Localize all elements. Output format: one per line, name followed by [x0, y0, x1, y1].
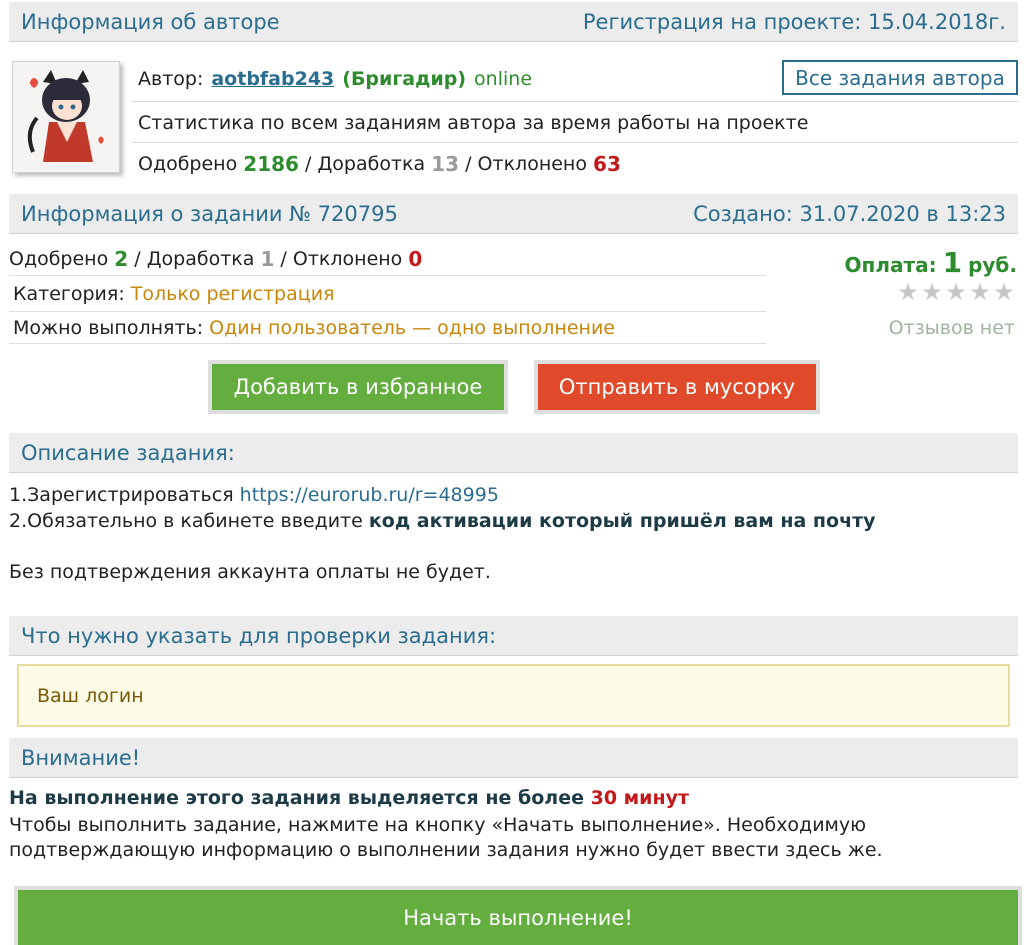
category-row: Категория: Только регистрация [9, 277, 766, 312]
time-limit-text: На выполнение этого задания выделяется н… [9, 787, 584, 809]
attention-heading: Внимание! [21, 745, 141, 770]
rejected-count: 63 [593, 152, 621, 176]
author-info-bar: Информация об авторе Регистрация на прое… [9, 2, 1018, 42]
time-limit-line: На выполнение этого задания выделяется н… [9, 787, 689, 809]
check-info-bar: Что нужно указать для проверки задания: [9, 616, 1018, 656]
rating-stars: ★ ★ ★ ★ ★ [897, 278, 1015, 306]
approved-label: Одобрено [138, 153, 238, 175]
separator: / [465, 153, 472, 175]
separator: / [134, 247, 141, 270]
description-note: Без подтверждения аккаунта оплаты не буд… [9, 561, 491, 583]
author-stats-description-row: Статистика по всем заданиям автора за вр… [132, 103, 1018, 143]
star-icon: ★ [945, 278, 967, 306]
payment-label: Оплата: [844, 253, 937, 277]
description-bar: Описание задания: [9, 433, 1018, 473]
reviews-count: Отзывов нет [888, 317, 1015, 339]
task-stats-row: Одобрено 2 / Доработка 1 / Отклонено 0 [9, 242, 766, 276]
start-task-button[interactable]: Начать выполнение! [14, 886, 1022, 945]
author-login-link[interactable]: aotbfab243 [211, 68, 334, 90]
separator: / [305, 153, 312, 175]
approved-label: Одобрено [9, 247, 109, 270]
author-info-heading: Информация об авторе [21, 9, 280, 34]
category-value: Только регистрация [130, 283, 335, 305]
task-approved-count: 2 [114, 246, 129, 271]
limit-label: Можно выполнять: [13, 317, 204, 339]
description-line-2: 2.Обязательно в кабинете введите код акт… [9, 510, 876, 532]
task-rejected-count: 0 [408, 246, 423, 271]
task-revision-count: 1 [260, 246, 275, 271]
author-stats-row: Одобрено 2186 / Доработка 13 / Отклонено… [132, 144, 1018, 184]
revision-count: 13 [431, 152, 460, 176]
add-to-favorites-button[interactable]: Добавить в избранное [208, 360, 508, 414]
star-icon: ★ [969, 278, 991, 306]
author-label: Автор: [138, 67, 204, 90]
check-info-value: Ваш логин [17, 664, 1010, 727]
task-info-heading: Информация о задании № 720795 [21, 201, 398, 226]
time-limit-value: 30 минут [590, 787, 690, 809]
attention-bar: Внимание! [9, 738, 1018, 778]
rejected-label: Отклонено [292, 247, 403, 270]
description-step-2-bold: код активации который пришёл вам на почт… [368, 510, 876, 532]
limit-row: Можно выполнять: Один пользователь — одн… [9, 313, 766, 344]
rejected-label: Отклонено [477, 153, 587, 175]
payment: Оплата: 1 руб. [845, 246, 1017, 279]
payment-amount: 1 [942, 246, 963, 279]
description-step-2: 2.Обязательно в кабинете введите [9, 510, 363, 532]
referral-link[interactable]: https://eurorub.ru/r=48995 [240, 484, 499, 506]
avatar[interactable] [12, 61, 120, 173]
star-icon: ★ [921, 278, 943, 306]
author-online-status: online [474, 67, 533, 90]
description-heading: Описание задания: [21, 440, 235, 465]
category-label: Категория: [13, 283, 125, 305]
all-author-tasks-button[interactable]: Все задания автора [782, 60, 1018, 95]
revision-label: Доработка [146, 247, 255, 270]
instruction-text: Чтобы выполнить задание, нажмите на кноп… [9, 814, 883, 861]
approved-count: 2186 [243, 152, 299, 176]
star-icon: ★ [993, 278, 1015, 306]
payment-currency: руб. [968, 253, 1017, 277]
author-stats-description: Статистика по всем заданиям автора за вр… [138, 111, 809, 134]
registration-date: Регистрация на проекте: 15.04.2018г. [582, 9, 1006, 34]
author-rank: (Бригадир) [342, 67, 467, 90]
separator: / [280, 247, 287, 270]
avatar-image [13, 62, 119, 172]
check-info-heading: Что нужно указать для проверки задания: [21, 623, 497, 648]
send-to-trash-button[interactable]: Отправить в мусорку [534, 360, 820, 414]
description-step-1: 1.Зарегистрироваться [9, 484, 234, 506]
task-info-bar: Информация о задании № 720795 Создано: 3… [9, 194, 1018, 234]
revision-label: Доработка [317, 153, 426, 175]
task-created-date: Создано: 31.07.2020 в 13:23 [693, 201, 1006, 226]
description-line-1: 1.Зарегистрироваться https://eurorub.ru/… [9, 484, 499, 506]
star-icon: ★ [897, 278, 919, 306]
limit-value: Один пользователь — одно выполнение [209, 317, 615, 339]
